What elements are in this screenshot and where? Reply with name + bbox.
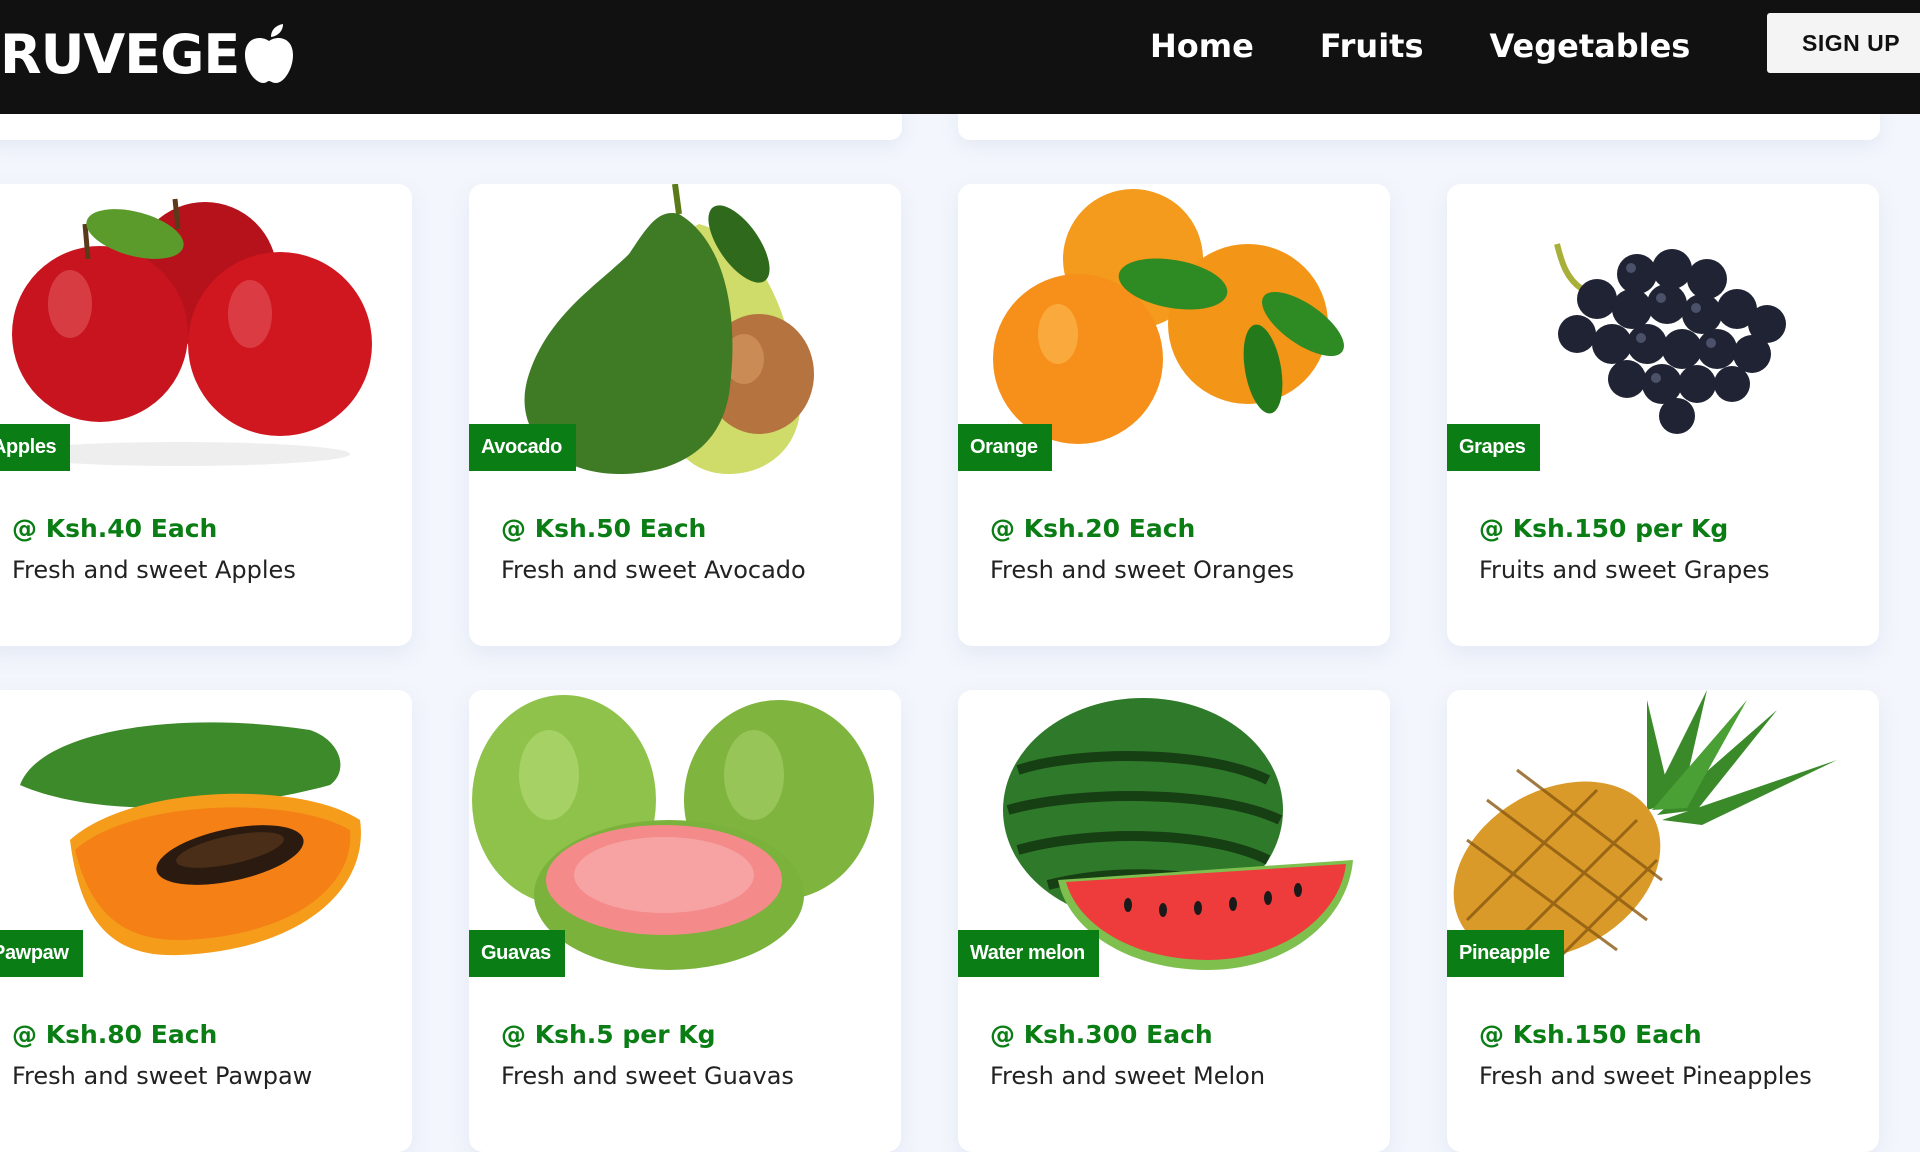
product-description: Fresh and sweet Guavas xyxy=(501,1062,794,1090)
logo[interactable]: RUVEGE xyxy=(0,14,297,94)
product-card-grapes[interactable]: Grapes @ Ksh.150 per Kg Fruits and sweet… xyxy=(1447,184,1879,646)
product-tag: Guavas xyxy=(469,930,565,977)
product-card-apples[interactable]: Apples @ Ksh.40 Each Fresh and sweet App… xyxy=(0,184,412,646)
product-description: Fresh and sweet Melon xyxy=(990,1062,1266,1090)
product-card-orange[interactable]: Orange @ Ksh.20 Each Fresh and sweet Ora… xyxy=(958,184,1390,646)
product-card-watermelon[interactable]: Water melon @ Ksh.300 Each Fresh and swe… xyxy=(958,690,1390,1152)
product-tag: Pawpaw xyxy=(0,930,83,977)
signup-button[interactable]: SIGN UP xyxy=(1767,13,1920,73)
product-tag: Water melon xyxy=(958,930,1099,977)
product-card-pawpaw[interactable]: Pawpaw @ Ksh.80 Each Fresh and sweet Paw… xyxy=(0,690,412,1152)
product-price: @ Ksh.40 Each xyxy=(12,514,218,543)
product-card-avocado[interactable]: Avocado @ Ksh.50 Each Fresh and sweet Av… xyxy=(469,184,901,646)
product-tag: Orange xyxy=(958,424,1052,471)
product-tag: Pineapple xyxy=(1447,930,1564,977)
product-description: Fresh and sweet Pawpaw xyxy=(12,1062,313,1090)
product-price: @ Ksh.80 Each xyxy=(12,1020,218,1049)
product-tag: Apples xyxy=(0,424,71,471)
nav-links: Home Fruits Vegetables xyxy=(1150,0,1756,92)
product-price: @ Ksh.5 per Kg xyxy=(501,1020,716,1049)
product-description: Fresh and sweet Avocado xyxy=(501,556,806,584)
product-price: @ Ksh.50 Each xyxy=(501,514,707,543)
product-description: Fresh and sweet Oranges xyxy=(990,556,1295,584)
product-card-pineapple[interactable]: Pineapple @ Ksh.150 Each Fresh and sweet… xyxy=(1447,690,1879,1152)
product-description: Fresh and sweet Pineapples xyxy=(1479,1062,1812,1090)
product-price: @ Ksh.300 Each xyxy=(990,1020,1213,1049)
product-description: Fresh and sweet Apples xyxy=(12,556,296,584)
nav-vegetables[interactable]: Vegetables xyxy=(1490,27,1691,65)
product-card-guavas[interactable]: Guavas @ Ksh.5 per Kg Fresh and sweet Gu… xyxy=(469,690,901,1152)
product-price: @ Ksh.150 Each xyxy=(1479,1020,1702,1049)
product-tag: Grapes xyxy=(1447,424,1540,471)
apple-logo-icon xyxy=(245,24,294,83)
nav-home[interactable]: Home xyxy=(1150,27,1254,65)
navbar: RUVEGE Home Fruits Vegetables SIGN UP xyxy=(0,0,1920,114)
nav-fruits[interactable]: Fruits xyxy=(1320,27,1424,65)
product-description: Fruits and sweet Grapes xyxy=(1479,556,1770,584)
product-tag: Avocado xyxy=(469,424,576,471)
product-price: @ Ksh.20 Each xyxy=(990,514,1196,543)
product-price: @ Ksh.150 per Kg xyxy=(1479,514,1729,543)
logo-text: RUVEGE xyxy=(0,22,240,86)
